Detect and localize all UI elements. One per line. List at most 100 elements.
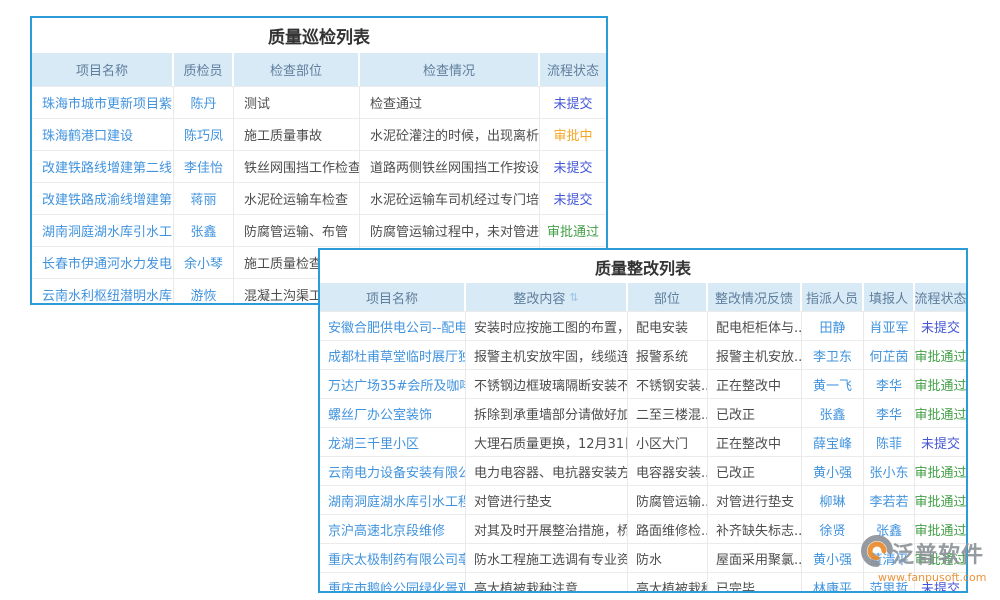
col-header-assignee: 指派人员 [802,283,864,311]
feedback: 已完毕 [708,573,802,593]
project-name-link[interactable]: 螺丝厂办公室装饰 [320,399,466,427]
col-header-reporter: 填报人 [864,283,915,311]
col-header-part: 检查部位 [234,53,360,86]
reporter-name[interactable]: 李华 [864,370,915,398]
project-name-link[interactable]: 云南电力设备安装有限公司20... [320,457,466,485]
col-header-inspector: 质检员 [174,53,234,86]
table-row: 重庆市鹅岭公园绿化景观提升...高大植被栽种注意高大植被栽种已完毕林康平范思哲未… [320,572,966,593]
inspector-name[interactable]: 余小琴 [174,247,234,278]
assignee-name[interactable]: 李卫东 [802,341,864,369]
reporter-name[interactable]: 李华 [864,399,915,427]
reporter-name[interactable]: 张鑫 [864,515,915,543]
inspection-part: 铁丝网围挡工作检查 [234,151,360,182]
feedback: 正在整改中 [708,428,802,456]
assignee-name[interactable]: 徐贤 [802,515,864,543]
feedback: 屋面采用聚氯... [708,544,802,572]
reporter-name[interactable]: 董清平 [864,544,915,572]
inspection-situation: 道路两侧铁丝网围挡工作按设计... [360,151,540,182]
reporter-name[interactable]: 张小东 [864,457,915,485]
project-name-link[interactable]: 云南水利枢纽潜明水库... [32,279,174,305]
rectify-content: 防水工程施工选调有专业资质... [466,544,628,572]
status-badge: 未提交 [540,183,606,214]
assignee-name[interactable]: 林康平 [802,573,864,593]
status-badge: 审批通过 [540,215,606,246]
project-name-link[interactable]: 湖南洞庭湖水库引水工... [32,215,174,246]
feedback: 对管进行垫支 [708,486,802,514]
project-name-link[interactable]: 重庆市鹅岭公园绿化景观提升... [320,573,466,593]
project-name-link[interactable]: 重庆太极制药有限公司亳州中... [320,544,466,572]
sort-icon[interactable]: ⇅ [569,291,578,304]
project-name-link[interactable]: 改建铁路成渝线增建第... [32,183,174,214]
project-name-link[interactable]: 湖南洞庭湖水库引水工程施工I标 [320,486,466,514]
part: 防水 [628,544,708,572]
reporter-name[interactable]: 范思哲 [864,573,915,593]
part: 不锈钢安装... [628,370,708,398]
rectify-content: 对管进行垫支 [466,486,628,514]
table-row: 龙湖三千里小区大理石质量更换，12月31日之...小区大门正在整改中薛宝峰陈菲未… [320,427,966,456]
rectify-content: 不锈钢边框玻璃隔断安装不牢... [466,370,628,398]
project-name-link[interactable]: 珠海市城市更新项目紫... [32,87,174,118]
table-title: 质量整改列表 [320,250,966,283]
inspector-name[interactable]: 张鑫 [174,215,234,246]
project-name-link[interactable]: 珠海鹤港口建设 [32,119,174,150]
rectify-content: 大理石质量更换，12月31日之... [466,428,628,456]
status-badge: 未提交 [540,87,606,118]
inspection-part: 施工质量事故 [234,119,360,150]
part: 二至三楼混... [628,399,708,427]
project-name-link[interactable]: 龙湖三千里小区 [320,428,466,456]
project-name-link[interactable]: 京沪高速北京段维修 [320,515,466,543]
inspector-name[interactable]: 蒋丽 [174,183,234,214]
inspector-name[interactable]: 李佳怡 [174,151,234,182]
status-badge: 审批通过 [915,457,966,485]
project-name-link[interactable]: 万达广场35#会所及咖啡厅空... [320,370,466,398]
assignee-name[interactable]: 张鑫 [802,399,864,427]
part: 高大植被栽种 [628,573,708,593]
table-row: 安徽合肥供电公司--配电设备...安装时应按施工图的布置，将...配电安装配电柜… [320,311,966,340]
reporter-name[interactable]: 陈菲 [864,428,915,456]
col-header-content-label: 整改内容 [513,288,565,307]
col-header-content[interactable]: 整改内容 ⇅ [466,283,628,311]
inspector-name[interactable]: 游恢 [174,279,234,305]
rectify-content: 拆除到承重墙部分请做好加固... [466,399,628,427]
project-name-link[interactable]: 改建铁路线增建第二线... [32,151,174,182]
table-row: 螺丝厂办公室装饰拆除到承重墙部分请做好加固...二至三楼混...已改正张鑫李华审… [320,398,966,427]
status-badge: 未提交 [915,428,966,456]
project-name-link[interactable]: 安徽合肥供电公司--配电设备... [320,312,466,340]
inspector-name[interactable]: 陈巧凤 [174,119,234,150]
assignee-name[interactable]: 田静 [802,312,864,340]
table-row: 珠海鹤港口建设陈巧凤施工质量事故水泥砼灌注的时候，出现离析现象审批中 [32,118,606,150]
status-badge: 审批通过 [915,515,966,543]
assignee-name[interactable]: 柳琳 [802,486,864,514]
assignee-name[interactable]: 黄一飞 [802,370,864,398]
rectify-content: 高大植被栽种注意 [466,573,628,593]
inspection-situation: 水泥砼运输车司机经过专门培训... [360,183,540,214]
table-row: 重庆太极制药有限公司亳州中...防水工程施工选调有专业资质...防水屋面采用聚氯… [320,543,966,572]
reporter-name[interactable]: 肖亚军 [864,312,915,340]
status-badge: 审批通过 [915,370,966,398]
col-header-project: 项目名称 [320,283,466,311]
inspector-name[interactable]: 陈丹 [174,87,234,118]
project-name-link[interactable]: 长春市伊通河水力发电... [32,247,174,278]
feedback: 正在整改中 [708,370,802,398]
assignee-name[interactable]: 黄小强 [802,457,864,485]
table-header: 项目名称 整改内容 ⇅ 部位 整改情况反馈 指派人员 填报人 流程状态 [320,283,966,311]
feedback: 已改正 [708,399,802,427]
quality-rectification-table: 质量整改列表 项目名称 整改内容 ⇅ 部位 整改情况反馈 指派人员 填报人 流程… [318,248,968,593]
table-row: 湖南洞庭湖水库引水工程施工I标对管进行垫支防腐管运输...对管进行垫支柳琳李若若… [320,485,966,514]
inspection-situation: 防腐管运输过程中，未对管进行... [360,215,540,246]
reporter-name[interactable]: 何芷茵 [864,341,915,369]
assignee-name[interactable]: 薛宝峰 [802,428,864,456]
inspection-situation: 水泥砼灌注的时候，出现离析现象 [360,119,540,150]
project-name-link[interactable]: 成都杜甫草堂临时展厅独立展... [320,341,466,369]
col-header-situation: 检查情况 [360,53,540,86]
assignee-name[interactable]: 黄小强 [802,544,864,572]
table-row: 改建铁路成渝线增建第...蒋丽水泥砼运输车检查水泥砼运输车司机经过专门培训...… [32,182,606,214]
table-row: 京沪高速北京段维修对其及时开展整治措施，桥头...路面维修检...补齐缺失标志.… [320,514,966,543]
col-header-status: 流程状态 [915,283,966,311]
reporter-name[interactable]: 李若若 [864,486,915,514]
part: 报警系统 [628,341,708,369]
col-header-status: 流程状态 [540,53,606,86]
status-badge: 审批通过 [915,486,966,514]
feedback: 报警主机安放... [708,341,802,369]
status-badge: 审批通过 [915,341,966,369]
